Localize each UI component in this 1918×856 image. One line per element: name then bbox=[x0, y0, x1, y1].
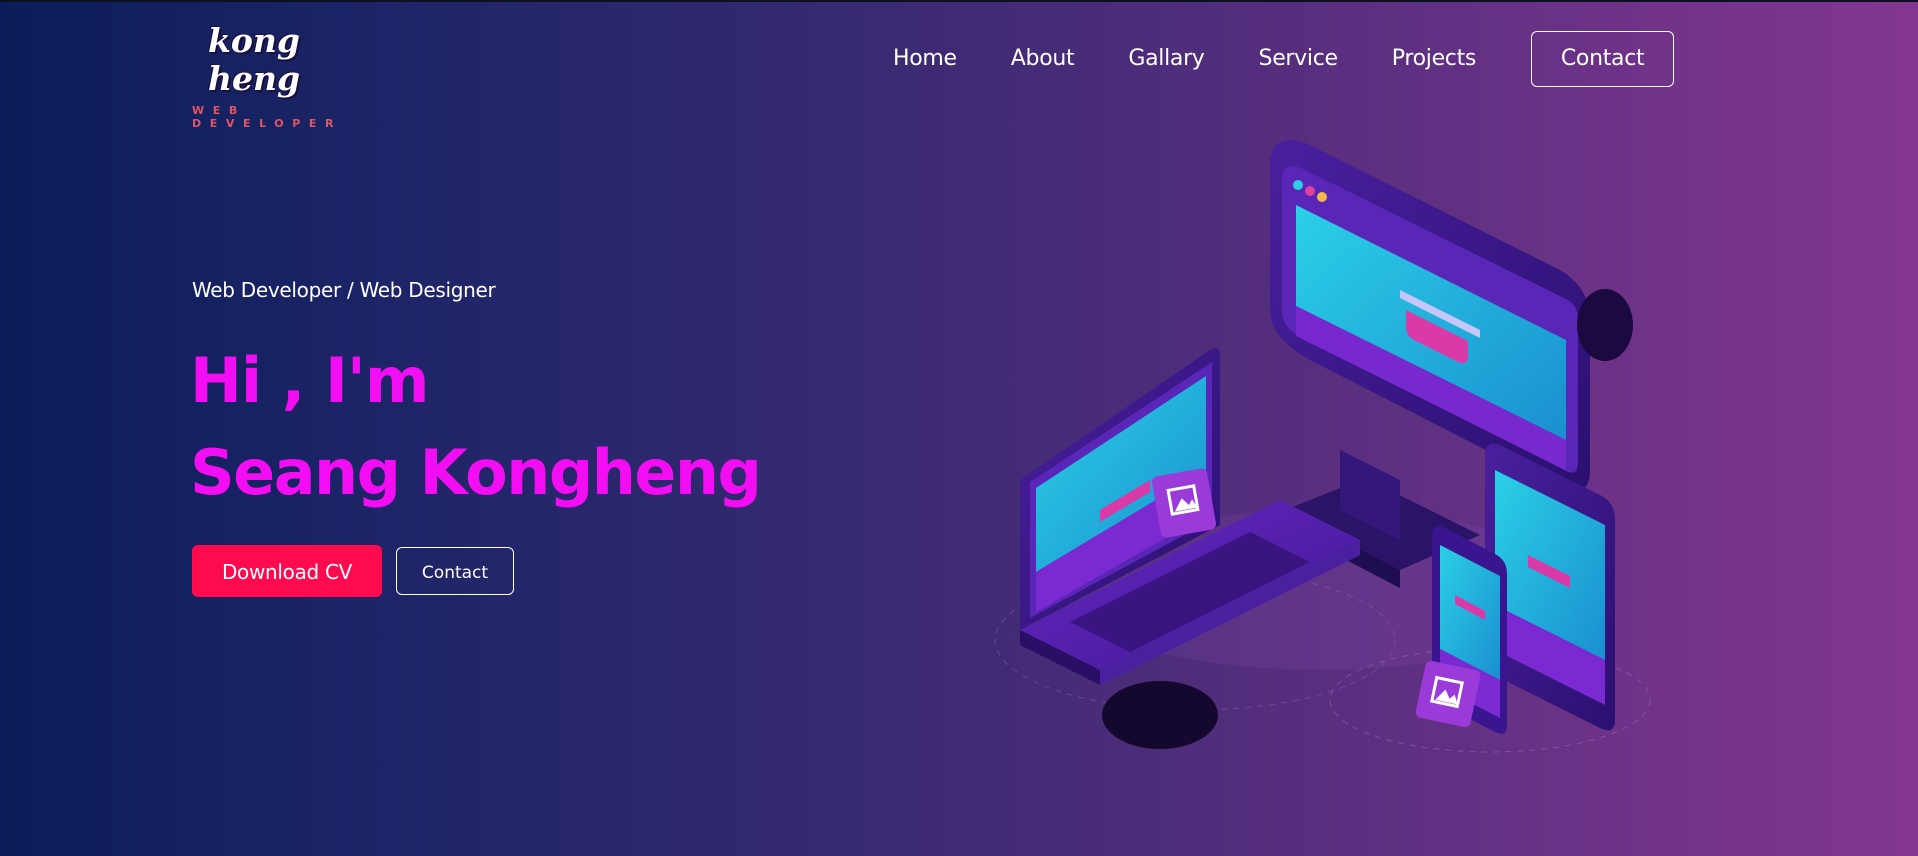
main-nav: Home About Gallary Service Projects Cont… bbox=[893, 30, 1675, 88]
nav-projects-link[interactable]: Projects bbox=[1392, 30, 1477, 88]
nav-about-link[interactable]: About bbox=[1011, 30, 1075, 88]
nav-service-link[interactable]: Service bbox=[1259, 30, 1339, 88]
devices-illustration bbox=[994, 140, 1651, 753]
hero-contact-button[interactable]: Contact bbox=[396, 547, 514, 595]
logo-wordmark: kong heng bbox=[208, 21, 301, 98]
logo-tagline: WEB DEVELOPER bbox=[192, 104, 343, 130]
nav-gallary-link[interactable]: Gallary bbox=[1128, 30, 1205, 88]
hero-role: Web Developer / Web Designer bbox=[192, 278, 496, 302]
hero-section: kong heng WEB DEVELOPER Home About Galla… bbox=[0, 0, 1918, 856]
nav-home-link[interactable]: Home bbox=[893, 30, 957, 88]
nav-contact-button[interactable]: Contact bbox=[1531, 31, 1675, 87]
download-cv-button[interactable]: Download CV bbox=[192, 545, 382, 597]
hero-greeting: Hi , I'm bbox=[190, 344, 430, 417]
laptop-graphic bbox=[1020, 348, 1360, 749]
logo[interactable]: kong heng WEB DEVELOPER bbox=[192, 21, 402, 131]
hero-name: Seang Kongheng bbox=[190, 436, 762, 509]
